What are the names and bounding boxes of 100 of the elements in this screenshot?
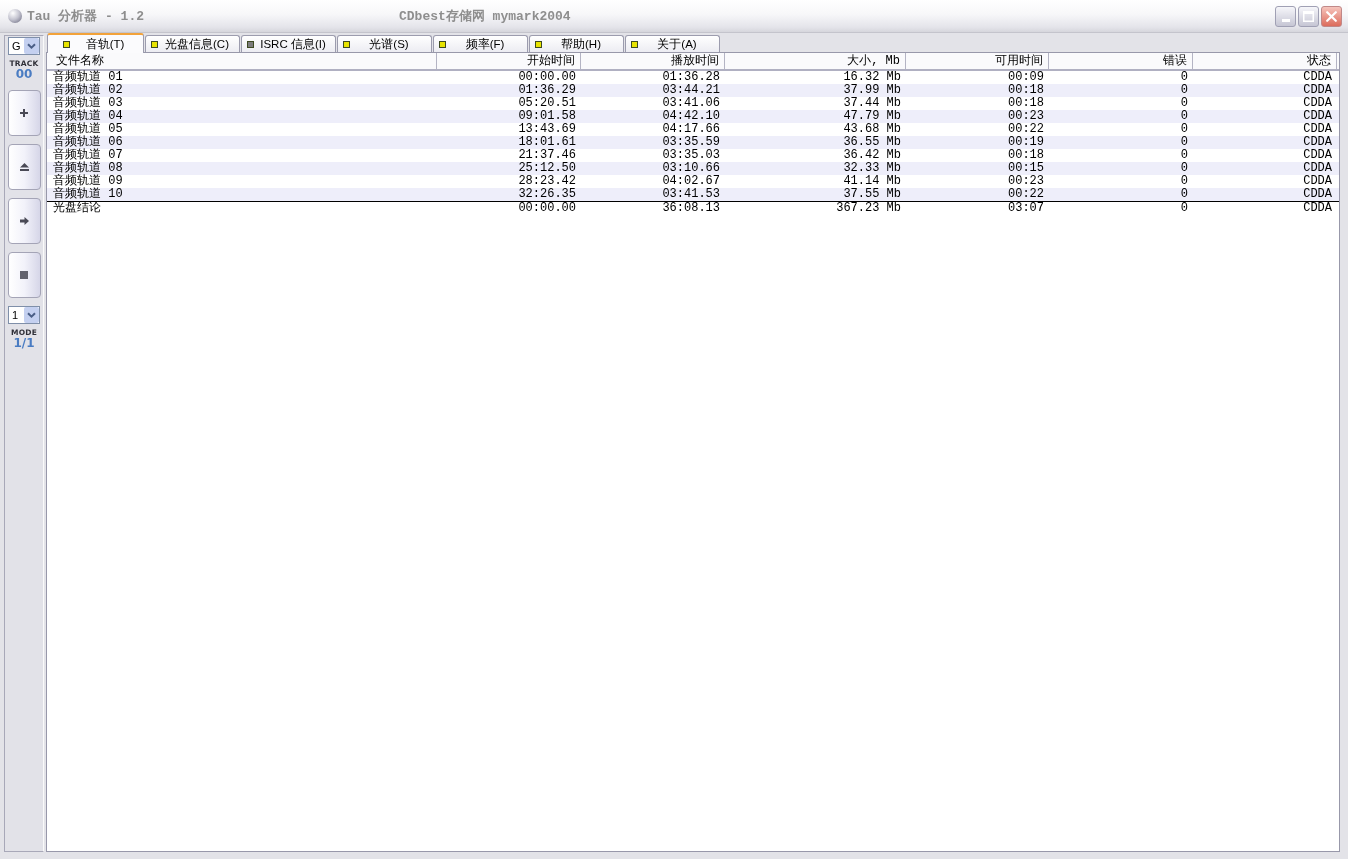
tab[interactable]: 帮助(H) (529, 35, 624, 52)
stop-button[interactable] (7, 252, 41, 298)
tab[interactable]: 频率(F) (433, 35, 528, 52)
column-header[interactable]: 状态 (1193, 53, 1337, 69)
table-cell-text: 37.44 Mb (842, 97, 902, 110)
table-cell-text: 43.68 Mb (842, 123, 902, 136)
table-cell-text: 21:37.46 (517, 149, 577, 162)
table-cell-text: 音频轨道 01 (52, 71, 124, 84)
sphere-icon (8, 9, 22, 23)
table-cell-text: 03:35.03 (661, 149, 721, 162)
add-button[interactable] (7, 90, 41, 136)
table-cell-text: 03:41.53 (661, 188, 721, 201)
table-cell-text: CDDA (1302, 97, 1333, 110)
table-cell-text: 00:00.00 (517, 71, 577, 84)
tab[interactable]: 音轨(T) (47, 33, 144, 53)
close-icon (1326, 10, 1337, 22)
table-cell-text: 05:20.51 (517, 97, 577, 110)
table-cell-text: 00:23 (1007, 175, 1045, 188)
table-cell-text: CDDA (1302, 175, 1333, 188)
table-cell-text: 04:42.10 (661, 110, 721, 123)
maximize-button[interactable] (1298, 5, 1319, 27)
table-cell-text: 03:41.06 (661, 97, 721, 110)
table-cell-text: 04:02.67 (661, 175, 721, 188)
table-cell-text: 25:12.50 (517, 162, 577, 175)
table-cell-text: CDDA (1302, 84, 1333, 97)
tab[interactable]: 光盘信息(C) (145, 35, 240, 52)
table-cell-text: 00:18 (1007, 84, 1045, 97)
maximize-icon (1303, 10, 1314, 22)
summary-cell-text: 36:08.13 (661, 202, 721, 215)
table-cell-text: CDDA (1302, 110, 1333, 123)
table-cell-text: 0 (1179, 97, 1189, 110)
column-header[interactable]: 大小, Mb (725, 53, 906, 69)
table-cell-text: 36.55 Mb (842, 136, 902, 149)
table-cell-text: 00:15 (1007, 162, 1045, 175)
table-cell-text: 03:10.66 (661, 162, 721, 175)
table-cell-text: 03:44.21 (661, 84, 721, 97)
stop-icon (20, 271, 28, 279)
mode-value: 1/1 (13, 337, 35, 350)
summary-cell-text: 光盘结论 (52, 202, 102, 215)
table-cell-text: 32:26.35 (517, 188, 577, 201)
table-cell-text: 01:36.28 (661, 71, 721, 84)
column-header[interactable]: 文件名称 (47, 53, 437, 69)
column-header[interactable]: 错误 (1049, 53, 1193, 69)
table-cell-text: 41.14 Mb (842, 175, 902, 188)
table-cell-text: 36.42 Mb (842, 149, 902, 162)
table-cell-text: 00:18 (1007, 97, 1045, 110)
close-button[interactable] (1321, 5, 1342, 27)
minimize-icon (1281, 18, 1290, 22)
table-cell-text: 00:09 (1007, 71, 1045, 84)
table-cell-text: CDDA (1302, 162, 1333, 175)
window-subtitle: CDbest存储网 mymark2004 (399, 8, 571, 25)
summary-cell-text: CDDA (1302, 202, 1333, 215)
chevron-down-icon (24, 307, 39, 323)
window-title: Tau 分析器 - 1.2 (27, 8, 144, 25)
next-button[interactable] (7, 198, 41, 244)
summary-cell-text: 00:00.00 (517, 202, 577, 215)
table-cell-text: CDDA (1302, 123, 1333, 136)
table-cell-text: 0 (1179, 149, 1189, 162)
table-cell-text: 00:19 (1007, 136, 1045, 149)
table-cell-text: 47.79 Mb (842, 110, 902, 123)
table-cell-text: 00:23 (1007, 110, 1045, 123)
table-cell-text: 16.32 Mb (842, 71, 902, 84)
tab[interactable]: 光谱(S) (337, 35, 432, 52)
column-header[interactable]: 播放时间 (581, 53, 725, 69)
table-cell-text: 37.55 Mb (842, 188, 902, 201)
table-cell-text: CDDA (1302, 188, 1333, 201)
table-cell-text: 00:22 (1007, 123, 1045, 136)
arrow-right-icon (19, 217, 29, 225)
table-cell-text: 03:35.59 (661, 136, 721, 149)
mode-select[interactable]: 1 (8, 306, 40, 324)
minimize-button[interactable] (1275, 5, 1296, 27)
table-cell-text: CDDA (1302, 149, 1333, 162)
summary-cell-text: 03:07 (1007, 202, 1045, 215)
drive-select[interactable]: G (8, 37, 40, 55)
column-header[interactable]: 可用时间 (906, 53, 1049, 69)
column-header[interactable]: 开始时间 (437, 53, 581, 69)
table-cell-text: 0 (1179, 71, 1189, 84)
table-cell-text: 28:23.42 (517, 175, 577, 188)
table-cell-text: 37.99 Mb (842, 84, 902, 97)
chevron-down-icon (24, 38, 39, 54)
track-number: 00 (15, 68, 33, 81)
table-cell-text: 32.33 Mb (842, 162, 902, 175)
eject-icon (19, 163, 29, 171)
table-cell-text: 0 (1179, 188, 1189, 201)
table-cell-text: 0 (1179, 162, 1189, 175)
summary-cell-text: 367.23 Mb (835, 202, 902, 215)
table-cell-text: 0 (1179, 175, 1189, 188)
table-cell-text: 0 (1179, 84, 1189, 97)
summary-cell-text: 0 (1179, 202, 1189, 215)
table-cell-text: CDDA (1302, 136, 1333, 149)
tab[interactable]: 关于(A) (625, 35, 720, 52)
table-cell-text: 04:17.66 (661, 123, 721, 136)
table-cell-text: 01:36.29 (517, 84, 577, 97)
table-cell-text: 0 (1179, 136, 1189, 149)
table-cell-text: 0 (1179, 123, 1189, 136)
table-cell-text: 18:01.61 (517, 136, 577, 149)
table-cell-text: CDDA (1302, 71, 1333, 84)
table-cell-text: 09:01.58 (517, 110, 577, 123)
tab[interactable]: ISRC 信息(I) (241, 35, 336, 52)
eject-button[interactable] (7, 144, 41, 190)
